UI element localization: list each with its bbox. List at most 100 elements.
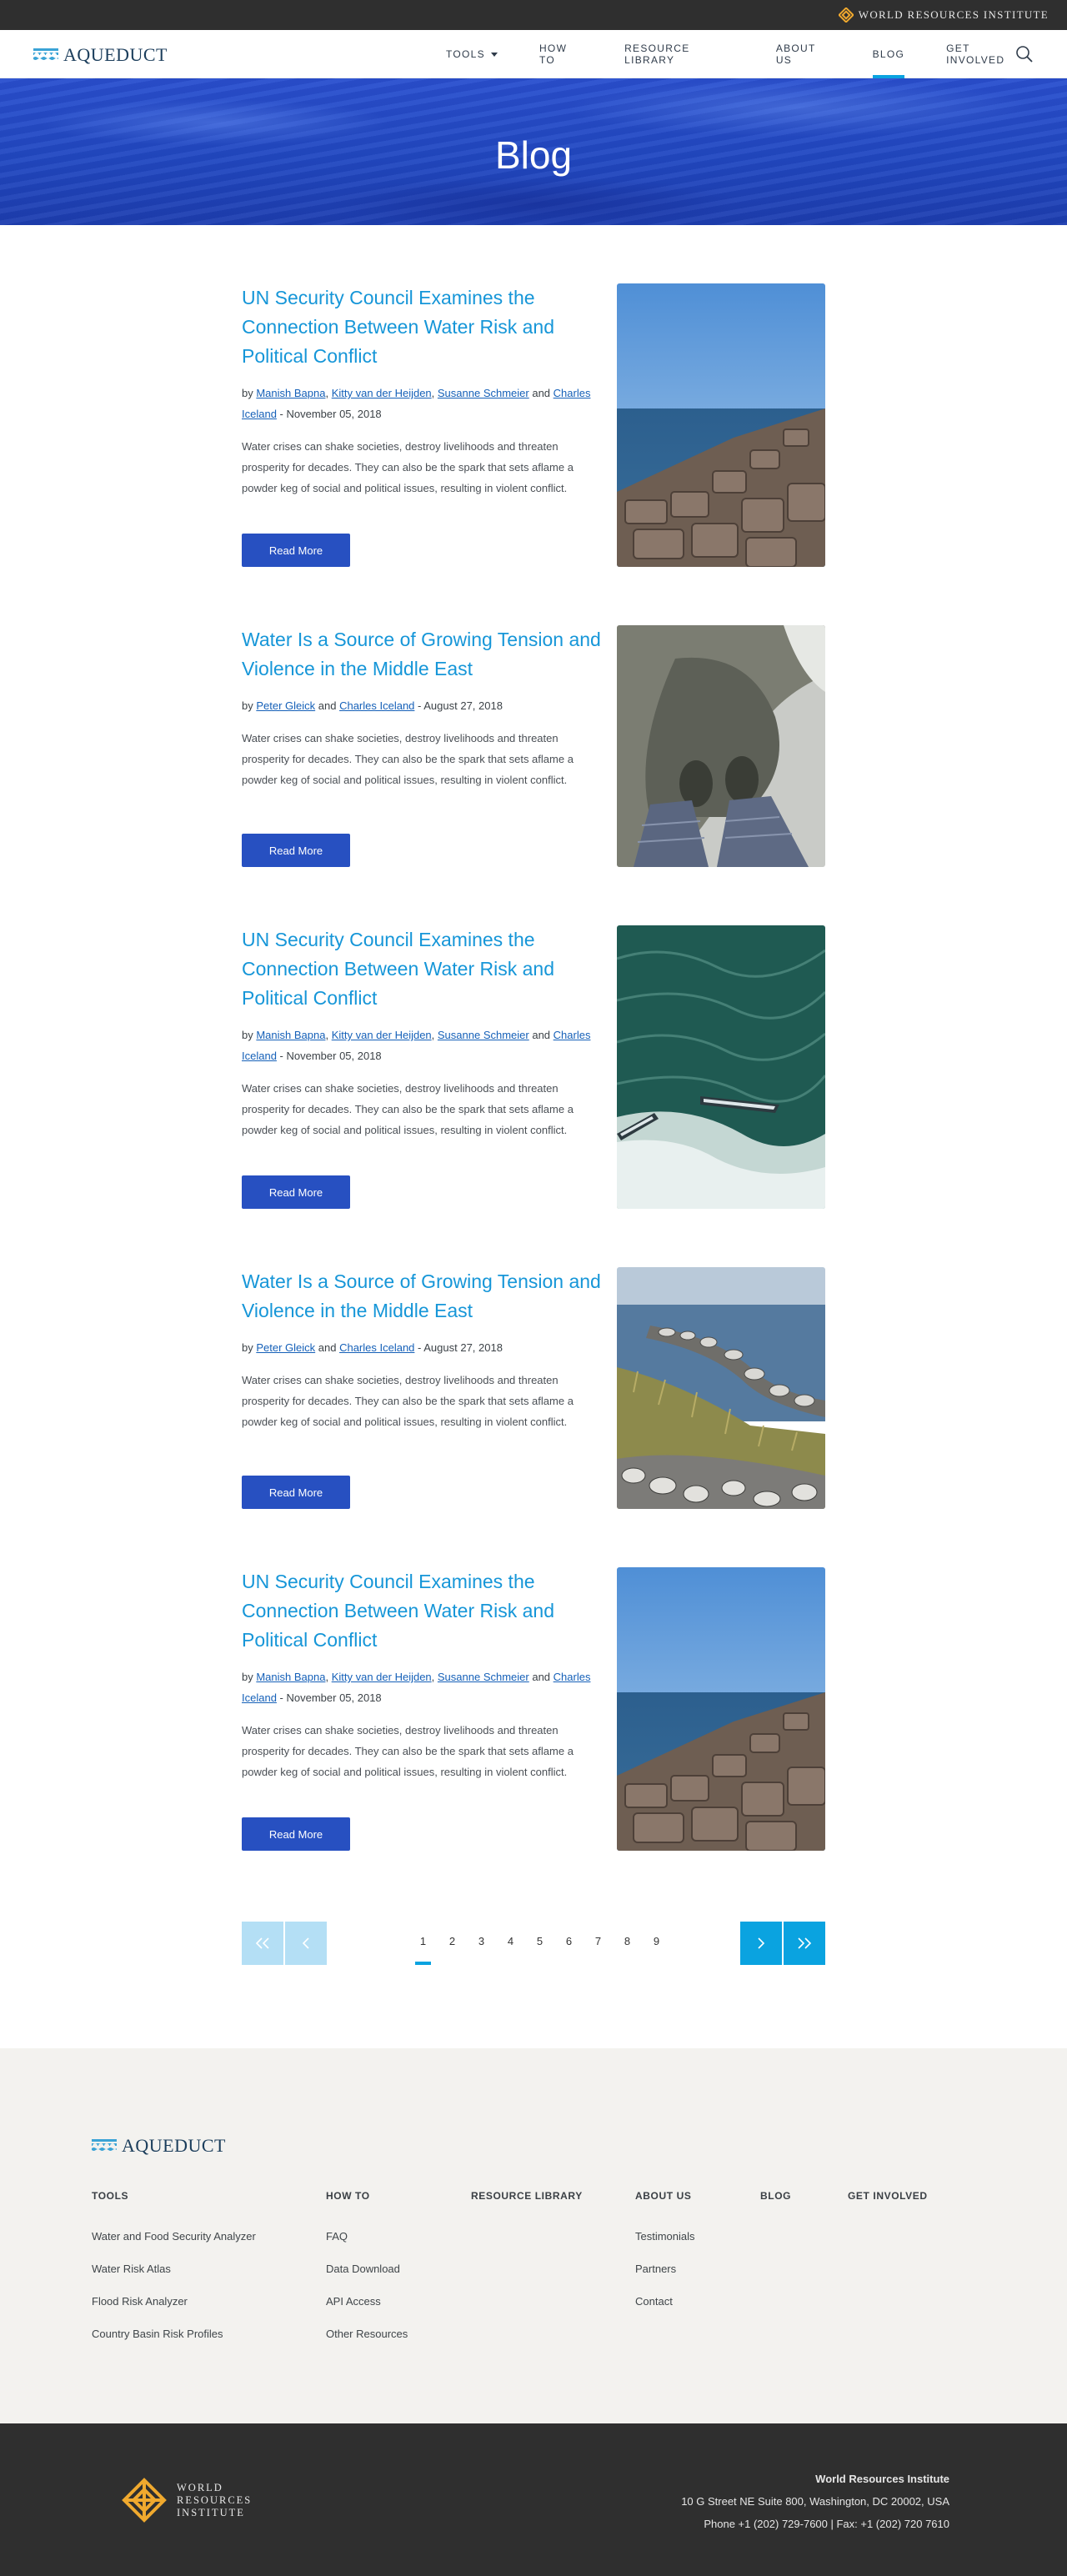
read-more-button[interactable]: Read More [242, 1476, 350, 1509]
contact-phone: Phone +1 (202) 729-7600 | Fax: +1 (202) … [704, 2518, 949, 2530]
author-link[interactable]: Susanne Schmeier [438, 1029, 529, 1041]
page-7[interactable]: 7 [584, 1922, 613, 1965]
post-card: Water Is a Source of Growing Tension and… [242, 625, 825, 925]
nav-item-resource-library[interactable]: RESOURCE LIBRARY [624, 30, 734, 78]
nav-item-how-to[interactable]: HOW TO [539, 30, 583, 78]
author-link[interactable]: Peter Gleick [256, 699, 315, 712]
read-more-button[interactable]: Read More [242, 534, 350, 567]
author-link[interactable]: Manish Bapna [256, 1671, 325, 1683]
post-thumbnail[interactable] [617, 283, 825, 567]
post-thumbnail[interactable] [617, 1267, 825, 1509]
post-title[interactable]: Water Is a Source of Growing Tension and… [242, 625, 609, 684]
author-link[interactable]: Charles Iceland [339, 699, 414, 712]
nav-how-to-label: HOW TO [539, 43, 568, 66]
page-6[interactable]: 6 [554, 1922, 584, 1965]
first-page-button[interactable] [242, 1922, 283, 1965]
post-thumbnail[interactable] [617, 1567, 825, 1851]
read-more-button[interactable]: Read More [242, 834, 350, 867]
post-byline: by Manish Bapna, Kitty van der Heijden, … [242, 1029, 591, 1062]
nav-item-blog[interactable]: BLOG [872, 30, 905, 79]
page-numbers: 1 2 3 4 5 6 7 8 9 [408, 1922, 671, 1965]
coastal-breakwater-photo [617, 1267, 825, 1509]
post-byline: by Peter Gleick and Charles Iceland - Au… [242, 699, 503, 712]
wri-top-label: WORLD RESOURCES INSTITUTE [858, 8, 1049, 21]
footer-link[interactable]: Water Risk Atlas [92, 2263, 256, 2275]
wri-logo-line: WORLD [177, 2481, 223, 2493]
post-byline: by Manish Bapna, Kitty van der Heijden, … [242, 1671, 591, 1704]
search-icon[interactable] [1015, 45, 1034, 63]
footer-col-about-us: ABOUT US Testimonials Partners Contact [635, 2190, 695, 2308]
footer-heading-about-us[interactable]: ABOUT US [635, 2190, 695, 2202]
author-link[interactable]: Charles Iceland [339, 1341, 414, 1354]
read-more-button[interactable]: Read More [242, 1175, 350, 1209]
post-title[interactable]: UN Security Council Examines the Connect… [242, 283, 609, 371]
footer-heading-get-involved[interactable]: GET INVOLVED [848, 2190, 928, 2202]
post-title[interactable]: UN Security Council Examines the Connect… [242, 1567, 609, 1655]
nav-item-tools[interactable]: TOOLS [446, 30, 498, 78]
post-excerpt: Water crises can shake societies, destro… [242, 1374, 574, 1428]
page-9[interactable]: 9 [642, 1922, 671, 1965]
nav-item-about-us[interactable]: ABOUT US [776, 30, 831, 78]
post-thumbnail[interactable] [617, 925, 825, 1209]
wri-knot-icon [838, 8, 854, 23]
prev-page-button[interactable] [285, 1922, 327, 1965]
post-card: Water Is a Source of Growing Tension and… [242, 1267, 825, 1567]
page-title: Blog [494, 133, 573, 177]
author-link[interactable]: Kitty van der Heijden [332, 387, 432, 399]
post-thumbnail[interactable] [617, 625, 825, 867]
page-3[interactable]: 3 [467, 1922, 496, 1965]
footer-link[interactable]: Country Basin Risk Profiles [92, 2328, 256, 2340]
footer-link[interactable]: Water and Food Security Analyzer [92, 2230, 256, 2243]
post-date: November 05, 2018 [286, 408, 382, 420]
post-date: August 27, 2018 [423, 1341, 503, 1354]
footer-link[interactable]: API Access [326, 2295, 408, 2308]
author-link[interactable]: Susanne Schmeier [438, 1671, 529, 1683]
read-more-button[interactable]: Read More [242, 1817, 350, 1851]
nav-item-get-involved[interactable]: GET INVOLVED [946, 30, 1025, 78]
page-8[interactable]: 8 [613, 1922, 642, 1965]
page-4[interactable]: 4 [496, 1922, 525, 1965]
footer-heading-how-to[interactable]: HOW TO [326, 2190, 408, 2202]
nav-get-involved-label: GET INVOLVED [946, 43, 1005, 66]
post-card: UN Security Council Examines the Connect… [242, 1567, 825, 1922]
logo-text: AQUEDUCT [63, 44, 168, 65]
footer-heading-blog[interactable]: BLOG [760, 2190, 791, 2202]
page-2[interactable]: 2 [438, 1922, 467, 1965]
wri-logo-line: INSTITUTE [177, 2506, 245, 2518]
footer-link[interactable]: Testimonials [635, 2230, 695, 2243]
author-link[interactable]: Peter Gleick [256, 1341, 315, 1354]
footer-link[interactable]: FAQ [326, 2230, 408, 2243]
last-page-button[interactable] [784, 1922, 825, 1965]
chevron-left-icon [302, 1937, 309, 1949]
author-link[interactable]: Manish Bapna [256, 1029, 325, 1041]
top-bar: WORLD RESOURCES INSTITUTE [0, 0, 1067, 30]
footer-heading-resource-library[interactable]: RESOURCE LIBRARY [471, 2190, 583, 2202]
page-5[interactable]: 5 [525, 1922, 554, 1965]
footer-link[interactable]: Contact [635, 2295, 695, 2308]
nav-resource-library-label: RESOURCE LIBRARY [624, 43, 690, 66]
footer-link[interactable]: Other Resources [326, 2328, 408, 2340]
author-link[interactable]: Manish Bapna [256, 387, 325, 399]
post-title[interactable]: Water Is a Source of Growing Tension and… [242, 1267, 609, 1326]
post-card: UN Security Council Examines the Connect… [242, 925, 825, 1267]
footer-heading-tools[interactable]: TOOLS [92, 2190, 256, 2202]
author-link[interactable]: Kitty van der Heijden [332, 1029, 432, 1041]
post-date: August 27, 2018 [423, 699, 503, 712]
footer-link[interactable]: Flood Risk Analyzer [92, 2295, 256, 2308]
post-title[interactable]: UN Security Council Examines the Connect… [242, 925, 609, 1013]
chevron-down-icon [490, 52, 498, 57]
aqueduct-logo[interactable]: AQUEDUCT [33, 44, 168, 66]
wri-logo[interactable]: WORLD RESOURCES INSTITUTE [122, 2478, 252, 2523]
post-excerpt: Water crises can shake societies, destro… [242, 1724, 574, 1778]
author-link[interactable]: Kitty van der Heijden [332, 1671, 432, 1683]
footer-col-tools: TOOLS Water and Food Security Analyzer W… [92, 2190, 256, 2340]
wri-logo-line: RESOURCES [177, 2493, 253, 2506]
footer-link[interactable]: Data Download [326, 2263, 408, 2275]
page-1[interactable]: 1 [408, 1922, 438, 1965]
footer-link[interactable]: Partners [635, 2263, 695, 2275]
footer-logo-text: AQUEDUCT [122, 2135, 226, 2156]
author-link[interactable]: Susanne Schmeier [438, 387, 529, 399]
next-page-button[interactable] [740, 1922, 782, 1965]
footer-logo[interactable]: AQUEDUCT [92, 2135, 226, 2157]
wri-top-link[interactable]: WORLD RESOURCES INSTITUTE [838, 8, 1049, 23]
